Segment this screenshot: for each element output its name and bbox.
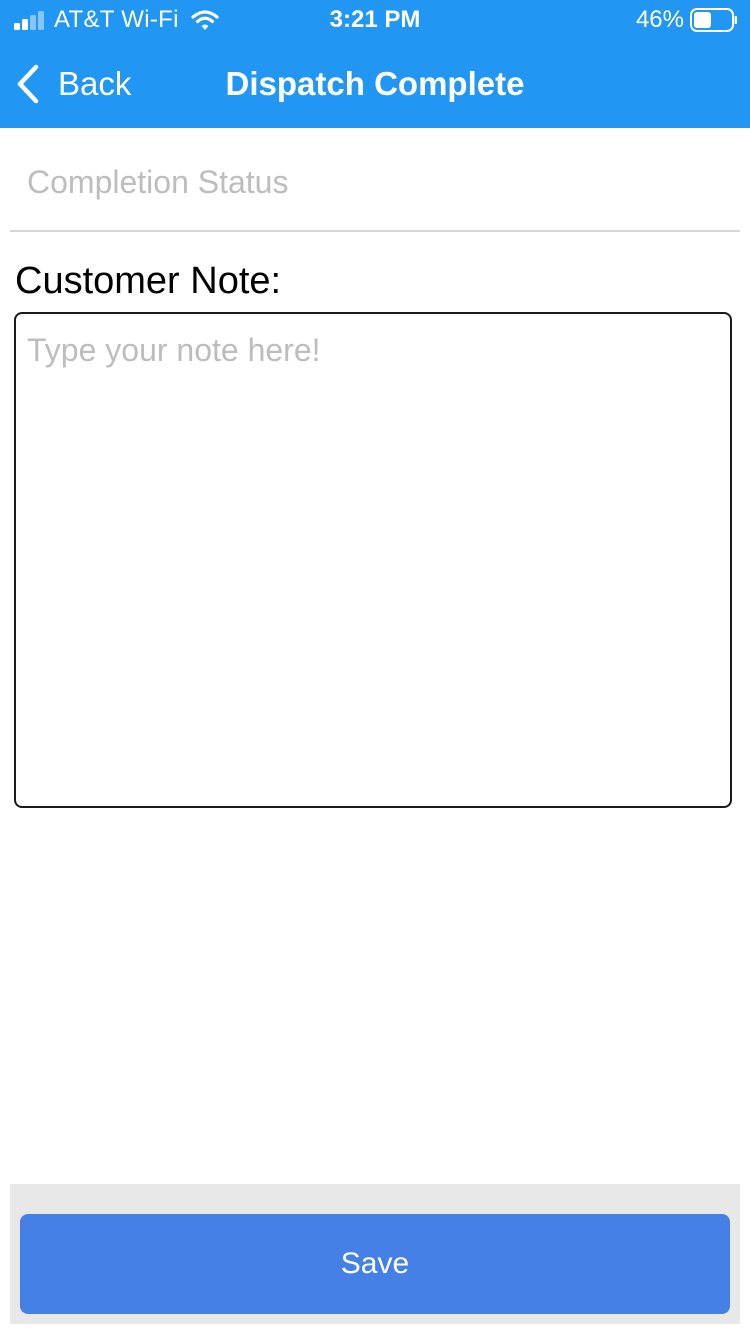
top-bar: AT&T Wi-Fi 3:21 PM 46% Back Dispatch Com… <box>0 0 750 128</box>
footer-bar: Save <box>10 1184 740 1324</box>
battery-percentage: 46% <box>635 6 684 33</box>
completion-status-placeholder: Completion Status <box>27 164 289 200</box>
save-button[interactable]: Save <box>20 1214 730 1314</box>
battery-icon <box>690 8 737 32</box>
customer-note-label: Customer Note: <box>15 260 282 302</box>
navigation-bar: Back Dispatch Complete <box>0 40 750 128</box>
customer-note-input[interactable] <box>14 312 732 808</box>
completion-status-picker[interactable]: Completion Status <box>10 130 740 232</box>
status-bar: AT&T Wi-Fi 3:21 PM 46% <box>0 0 750 40</box>
page-title: Dispatch Complete <box>225 65 525 102</box>
